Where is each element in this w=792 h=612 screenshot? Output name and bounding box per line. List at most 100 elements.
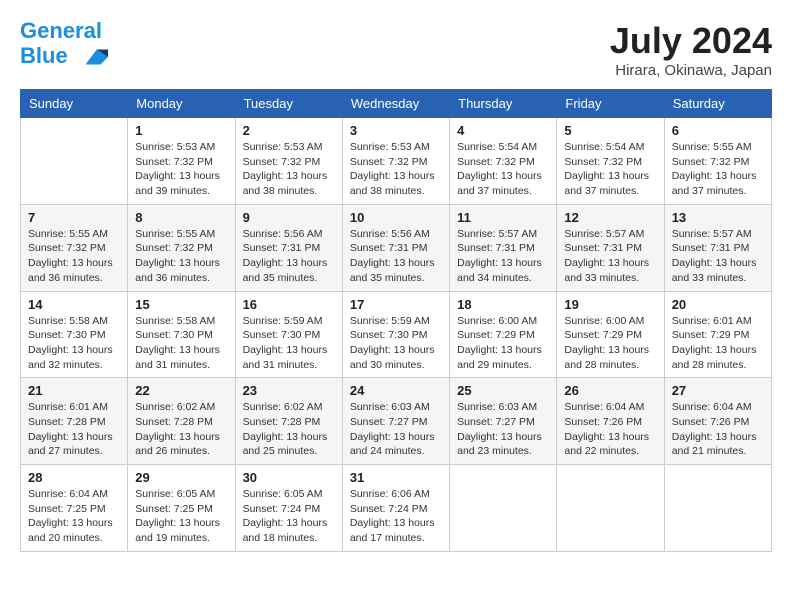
location: Hirara, Okinawa, Japan <box>610 62 772 79</box>
calendar-cell: 2Sunrise: 5:53 AM Sunset: 7:32 PM Daylig… <box>235 118 342 205</box>
day-number: 9 <box>243 210 335 225</box>
calendar-cell: 14 Sunrise: 5:58 AM Sunset: 7:30 PM Dayli… <box>21 291 128 378</box>
day-number: 27 <box>672 383 764 398</box>
day-number: 6 <box>672 123 764 138</box>
calendar-table: SundayMondayTuesdayWednesdayThursdayFrid… <box>20 89 772 552</box>
calendar-cell: 6Sunrise: 5:55 AM Sunset: 7:32 PM Daylig… <box>664 118 771 205</box>
week-row-2: 7 Sunrise: 5:55 AM Sunset: 7:32 PM Daylig… <box>21 204 772 291</box>
calendar-cell: 13 Sunrise: 5:57 AM Sunset: 7:31 PM Dayli… <box>664 204 771 291</box>
calendar-cell: 25 Sunrise: 6:03 AM Sunset: 7:27 PM Dayli… <box>450 378 557 465</box>
day-info: Sunrise: 6:05 AM Sunset: 7:24 PM Dayligh… <box>243 487 335 546</box>
month-title: July 2024 <box>610 20 772 62</box>
day-info: Sunrise: 5:57 AM Sunset: 7:31 PM Dayligh… <box>457 227 549 286</box>
day-number: 31 <box>350 470 442 485</box>
day-info: Sunrise: 6:01 AM Sunset: 7:29 PM Dayligh… <box>672 314 764 373</box>
calendar-cell: 22Sunrise: 6:02 AM Sunset: 7:28 PM Dayli… <box>128 378 235 465</box>
day-number: 28 <box>28 470 120 485</box>
day-number: 10 <box>350 210 442 225</box>
logo-subtext: Blue <box>20 42 108 72</box>
day-number: 8 <box>135 210 227 225</box>
day-info: Sunrise: 6:01 AM Sunset: 7:28 PM Dayligh… <box>28 400 120 459</box>
day-number: 21 <box>28 383 120 398</box>
day-number: 22 <box>135 383 227 398</box>
day-info: Sunrise: 5:53 AM Sunset: 7:32 PM Dayligh… <box>243 140 335 199</box>
day-info: Sunrise: 6:04 AM Sunset: 7:25 PM Dayligh… <box>28 487 120 546</box>
week-row-4: 21 Sunrise: 6:01 AM Sunset: 7:28 PM Dayli… <box>21 378 772 465</box>
calendar-cell <box>450 465 557 552</box>
day-number: 29 <box>135 470 227 485</box>
day-info: Sunrise: 5:54 AM Sunset: 7:32 PM Dayligh… <box>457 140 549 199</box>
day-info: Sunrise: 5:57 AM Sunset: 7:31 PM Dayligh… <box>672 227 764 286</box>
day-number: 12 <box>564 210 656 225</box>
week-row-5: 28 Sunrise: 6:04 AM Sunset: 7:25 PM Dayli… <box>21 465 772 552</box>
weekday-header-monday: Monday <box>128 90 235 118</box>
day-info: Sunrise: 5:55 AM Sunset: 7:32 PM Dayligh… <box>28 227 120 286</box>
calendar-cell: 7 Sunrise: 5:55 AM Sunset: 7:32 PM Daylig… <box>21 204 128 291</box>
day-number: 14 <box>28 297 120 312</box>
logo-text: General <box>20 20 108 42</box>
calendar-cell: 28 Sunrise: 6:04 AM Sunset: 7:25 PM Dayli… <box>21 465 128 552</box>
day-number: 15 <box>135 297 227 312</box>
day-number: 1 <box>135 123 227 138</box>
day-info: Sunrise: 5:59 AM Sunset: 7:30 PM Dayligh… <box>350 314 442 373</box>
weekday-header-thursday: Thursday <box>450 90 557 118</box>
logo: General Blue <box>20 20 108 72</box>
calendar-cell: 15 Sunrise: 5:58 AM Sunset: 7:30 PM Dayli… <box>128 291 235 378</box>
week-row-3: 14 Sunrise: 5:58 AM Sunset: 7:30 PM Dayli… <box>21 291 772 378</box>
day-info: Sunrise: 6:05 AM Sunset: 7:25 PM Dayligh… <box>135 487 227 546</box>
day-number: 5 <box>564 123 656 138</box>
calendar-cell: 29 Sunrise: 6:05 AM Sunset: 7:25 PM Dayli… <box>128 465 235 552</box>
calendar-cell: 27Sunrise: 6:04 AM Sunset: 7:26 PM Dayli… <box>664 378 771 465</box>
week-row-1: 1 Sunrise: 5:53 AM Sunset: 7:32 PM Daylig… <box>21 118 772 205</box>
calendar-cell: 10 Sunrise: 5:56 AM Sunset: 7:31 PM Dayli… <box>342 204 449 291</box>
weekday-header-sunday: Sunday <box>21 90 128 118</box>
calendar-cell: 20 Sunrise: 6:01 AM Sunset: 7:29 PM Dayli… <box>664 291 771 378</box>
day-number: 11 <box>457 210 549 225</box>
day-info: Sunrise: 6:03 AM Sunset: 7:27 PM Dayligh… <box>350 400 442 459</box>
calendar-cell: 9 Sunrise: 5:56 AM Sunset: 7:31 PM Daylig… <box>235 204 342 291</box>
calendar-cell: 18 Sunrise: 6:00 AM Sunset: 7:29 PM Dayli… <box>450 291 557 378</box>
day-number: 13 <box>672 210 764 225</box>
calendar-cell: 1Sunrise: 5:53 AM Sunset: 7:32 PM Daylig… <box>128 118 235 205</box>
day-number: 17 <box>350 297 442 312</box>
day-number: 4 <box>457 123 549 138</box>
calendar-cell <box>664 465 771 552</box>
day-info: Sunrise: 6:03 AM Sunset: 7:27 PM Dayligh… <box>457 400 549 459</box>
day-number: 30 <box>243 470 335 485</box>
calendar-cell: 3Sunrise: 5:53 AM Sunset: 7:32 PM Daylig… <box>342 118 449 205</box>
logo-icon <box>78 42 108 72</box>
day-info: Sunrise: 5:57 AM Sunset: 7:31 PM Dayligh… <box>564 227 656 286</box>
day-info: Sunrise: 5:58 AM Sunset: 7:30 PM Dayligh… <box>135 314 227 373</box>
calendar-cell: 21 Sunrise: 6:01 AM Sunset: 7:28 PM Dayli… <box>21 378 128 465</box>
calendar-cell: 5Sunrise: 5:54 AM Sunset: 7:32 PM Daylig… <box>557 118 664 205</box>
day-number: 23 <box>243 383 335 398</box>
calendar-cell: 26 Sunrise: 6:04 AM Sunset: 7:26 PM Dayli… <box>557 378 664 465</box>
day-info: Sunrise: 5:56 AM Sunset: 7:31 PM Dayligh… <box>350 227 442 286</box>
day-number: 7 <box>28 210 120 225</box>
calendar-cell <box>557 465 664 552</box>
weekday-header-saturday: Saturday <box>664 90 771 118</box>
calendar-cell: 16 Sunrise: 5:59 AM Sunset: 7:30 PM Dayli… <box>235 291 342 378</box>
weekday-header-row: SundayMondayTuesdayWednesdayThursdayFrid… <box>21 90 772 118</box>
day-number: 26 <box>564 383 656 398</box>
day-info: Sunrise: 6:04 AM Sunset: 7:26 PM Dayligh… <box>564 400 656 459</box>
day-info: Sunrise: 6:00 AM Sunset: 7:29 PM Dayligh… <box>457 314 549 373</box>
day-number: 18 <box>457 297 549 312</box>
day-info: Sunrise: 5:58 AM Sunset: 7:30 PM Dayligh… <box>28 314 120 373</box>
day-number: 25 <box>457 383 549 398</box>
page-header: General Blue July 2024 Hirara, Okinawa, … <box>20 20 772 79</box>
day-number: 20 <box>672 297 764 312</box>
day-info: Sunrise: 5:56 AM Sunset: 7:31 PM Dayligh… <box>243 227 335 286</box>
calendar-cell <box>21 118 128 205</box>
calendar-cell: 11 Sunrise: 5:57 AM Sunset: 7:31 PM Dayli… <box>450 204 557 291</box>
calendar-cell: 19Sunrise: 6:00 AM Sunset: 7:29 PM Dayli… <box>557 291 664 378</box>
day-number: 16 <box>243 297 335 312</box>
day-number: 24 <box>350 383 442 398</box>
title-block: July 2024 Hirara, Okinawa, Japan <box>610 20 772 79</box>
weekday-header-friday: Friday <box>557 90 664 118</box>
day-info: Sunrise: 5:59 AM Sunset: 7:30 PM Dayligh… <box>243 314 335 373</box>
day-info: Sunrise: 5:55 AM Sunset: 7:32 PM Dayligh… <box>135 227 227 286</box>
day-info: Sunrise: 6:00 AM Sunset: 7:29 PM Dayligh… <box>564 314 656 373</box>
weekday-header-tuesday: Tuesday <box>235 90 342 118</box>
calendar-cell: 31Sunrise: 6:06 AM Sunset: 7:24 PM Dayli… <box>342 465 449 552</box>
